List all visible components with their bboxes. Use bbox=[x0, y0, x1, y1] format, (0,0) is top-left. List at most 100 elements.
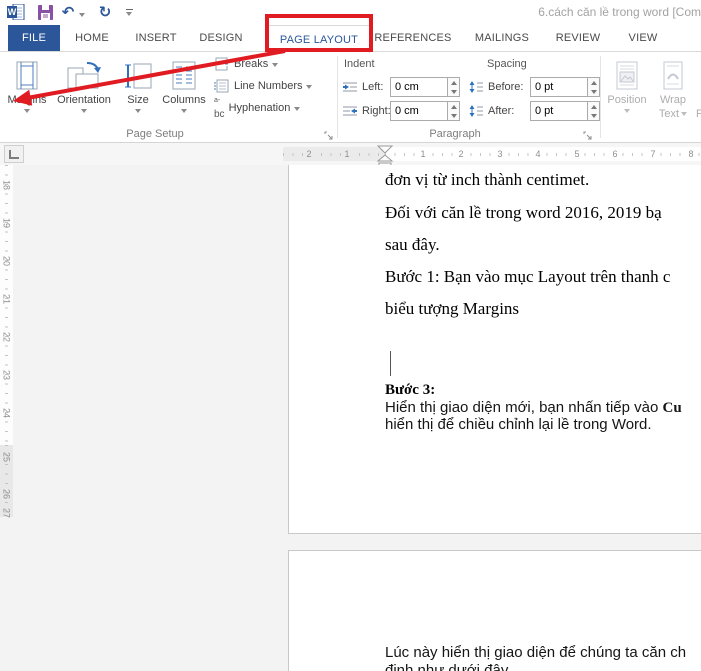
line-numbers-button[interactable]: Line Numbers bbox=[214, 78, 313, 94]
tab-page-layout[interactable]: PAGE LAYOUT bbox=[268, 25, 370, 53]
tab-insert[interactable]: INSERT bbox=[128, 25, 184, 51]
orientation-button[interactable]: Orientation bbox=[52, 55, 116, 113]
undo-icon[interactable]: ↶ bbox=[60, 2, 76, 22]
qat-customize-icon[interactable] bbox=[122, 2, 136, 22]
body-text-line[interactable]: Lúc này hiển thị giao diện để chúng ta c… bbox=[385, 644, 686, 663]
v-ruler-page-segment[interactable]: 18 19 20 21 22 23 24 bbox=[0, 165, 13, 445]
spinner-up[interactable] bbox=[588, 78, 599, 87]
save-icon[interactable] bbox=[36, 2, 54, 22]
spacing-after-icon bbox=[469, 105, 483, 117]
spacing-heading: Spacing bbox=[487, 58, 527, 70]
word-logo-icon[interactable]: W bbox=[6, 2, 26, 22]
margins-dropdown-icon bbox=[24, 109, 30, 113]
line-numbers-label: Line Numbers bbox=[234, 80, 303, 92]
spinner-up[interactable] bbox=[448, 102, 459, 111]
columns-dropdown-icon bbox=[181, 109, 187, 113]
spacing-after-row: After: bbox=[468, 103, 514, 119]
wrap-text-button[interactable]: Wrap Text bbox=[652, 55, 694, 120]
body-text-line[interactable]: Đối với căn lề trong word 2016, 2019 bạ bbox=[385, 203, 662, 227]
v-ruler-margin-segment[interactable]: 25 26 27 bbox=[0, 445, 13, 518]
tab-view[interactable]: VIEW bbox=[620, 25, 666, 51]
v-ruler-number: 27 bbox=[1, 507, 12, 518]
ruler-row: 2 1 1 2 3 4 5 6 7 8 bbox=[0, 143, 701, 170]
spinner-down[interactable] bbox=[588, 111, 599, 120]
size-button[interactable]: Size bbox=[118, 55, 158, 113]
body-text-line[interactable]: hiển thị để chiều chỉnh lại lề trong Wor… bbox=[385, 416, 652, 435]
v-ruler-number: 20 bbox=[1, 255, 12, 266]
qat-customize-bar bbox=[125, 8, 133, 10]
v-ruler-number: 26 bbox=[1, 488, 12, 499]
tab-home[interactable]: HOME bbox=[66, 25, 118, 51]
h-ruler-number: 7 bbox=[648, 148, 658, 160]
indent-right-spinner[interactable] bbox=[448, 101, 460, 121]
body-text-line[interactable]: sau đây. bbox=[385, 235, 440, 259]
columns-label: Columns bbox=[162, 94, 206, 106]
document-canvas[interactable]: 18 19 20 21 22 23 24 25 26 27 đơn vị từ … bbox=[0, 165, 701, 671]
redo-icon[interactable]: ↻ bbox=[97, 2, 113, 22]
v-ruler-number: 22 bbox=[1, 331, 12, 342]
h-ruler-number: 1 bbox=[342, 148, 352, 160]
margins-label: Margins bbox=[7, 94, 47, 106]
breaks-button[interactable]: Breaks bbox=[214, 56, 279, 72]
h-ruler-number: 8 bbox=[686, 148, 696, 160]
word-logo-glyph: W bbox=[7, 4, 25, 20]
tab-mailings[interactable]: MAILINGS bbox=[470, 25, 534, 51]
tab-review[interactable]: REVIEW bbox=[550, 25, 606, 51]
spinner-up[interactable] bbox=[588, 102, 599, 111]
word-window: W ↶ ↻ 6.cách căn lề trong word [Com FILE… bbox=[0, 0, 701, 671]
columns-button[interactable]: Columns bbox=[158, 55, 210, 113]
spacing-after-input[interactable]: 0 pt bbox=[530, 101, 588, 121]
h-ruler-page-segment[interactable]: 1 2 3 4 5 6 7 8 bbox=[385, 147, 701, 161]
indent-left-input[interactable]: 0 cm bbox=[390, 77, 448, 97]
wrap-text-icon bbox=[658, 55, 688, 92]
tab-file[interactable]: FILE bbox=[8, 25, 60, 51]
undo-dropdown-icon[interactable] bbox=[79, 13, 85, 17]
page-setup-group-label: Page Setup bbox=[126, 128, 184, 140]
wrap-text-dropdown-icon bbox=[681, 111, 688, 116]
breaks-dropdown-icon bbox=[272, 62, 279, 67]
body-text-line[interactable]: Bước 1: Bạn vào mục Layout trên thanh c bbox=[385, 267, 670, 291]
h-ruler-number: 5 bbox=[572, 148, 582, 160]
line-numbers-dropdown-icon bbox=[306, 84, 313, 89]
position-button[interactable]: Position bbox=[604, 55, 650, 113]
indent-right-input[interactable]: 0 cm bbox=[390, 101, 448, 121]
document-title: 6.cách căn lề trong word [Com bbox=[538, 5, 701, 19]
spinner-down[interactable] bbox=[448, 87, 459, 96]
spacing-after-label: After: bbox=[488, 105, 515, 117]
h-ruler-number: 1 bbox=[418, 148, 428, 160]
ribbon: Margins Orientation Size Columns Breaks … bbox=[0, 52, 701, 142]
step3-line1-text: Hiển thị giao diện mới, bạn nhấn tiếp và… bbox=[385, 399, 663, 416]
tab-design[interactable]: DESIGN bbox=[194, 25, 248, 51]
spacing-after-spinner[interactable] bbox=[588, 101, 600, 121]
spinner-down[interactable] bbox=[588, 87, 599, 96]
hyphenation-label: Hyphenation bbox=[228, 102, 291, 114]
indent-right-label: Right: bbox=[362, 105, 391, 117]
hyphenation-dropdown-icon bbox=[294, 106, 301, 111]
size-label: Size bbox=[127, 94, 149, 106]
body-text-line[interactable]: định như dưới đây bbox=[385, 662, 508, 671]
title-bar: W ↶ ↻ 6.cách căn lề trong word [Com bbox=[0, 0, 701, 24]
clipped-ribbon-label: F bbox=[696, 108, 701, 120]
svg-text:W: W bbox=[8, 7, 17, 17]
spacing-before-input[interactable]: 0 pt bbox=[530, 77, 588, 97]
spinner-up[interactable] bbox=[448, 78, 459, 87]
line-numbers-icon bbox=[214, 79, 229, 93]
tab-references[interactable]: REFERENCES bbox=[374, 25, 451, 51]
body-text-line[interactable]: biểu tượng Margins bbox=[385, 299, 519, 323]
h-ruler-number: 6 bbox=[610, 148, 620, 160]
step3-heading[interactable]: Bước 3: bbox=[385, 382, 435, 400]
margins-button[interactable]: Margins bbox=[4, 55, 50, 113]
indent-right-row: Right: bbox=[342, 103, 391, 119]
position-label: Position bbox=[607, 94, 647, 106]
h-ruler-number: 2 bbox=[304, 148, 314, 160]
position-icon bbox=[612, 55, 642, 92]
indent-left-label: Left: bbox=[362, 81, 384, 93]
indent-left-row: Left: bbox=[342, 79, 383, 95]
spinner-down[interactable] bbox=[448, 111, 459, 120]
hyphenation-button[interactable]: a-bc Hyphenation bbox=[214, 97, 301, 119]
body-text-line[interactable]: đơn vị từ inch thành centimet. bbox=[385, 170, 589, 194]
spacing-before-spinner[interactable] bbox=[588, 77, 600, 97]
h-ruler-margin-segment[interactable]: 2 1 bbox=[283, 147, 385, 161]
tab-selector-button[interactable] bbox=[4, 145, 24, 163]
indent-left-spinner[interactable] bbox=[448, 77, 460, 97]
